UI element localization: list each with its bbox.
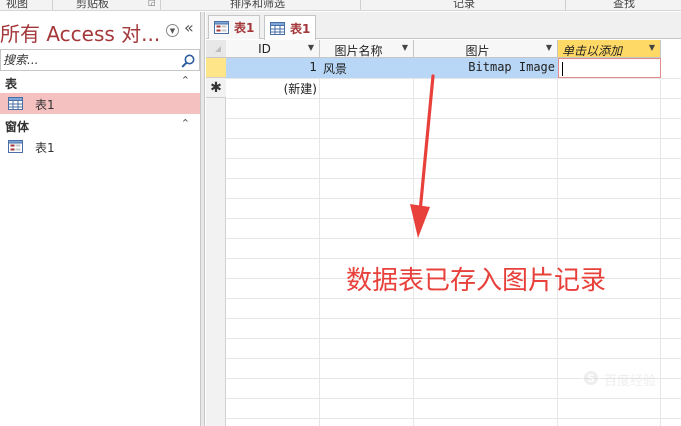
collapse-group-icon[interactable]: ⌃ bbox=[181, 74, 190, 87]
nav-group-forms[interactable]: 窗体 ⌃ bbox=[0, 116, 200, 136]
gridline bbox=[226, 258, 681, 259]
nav-pane-splitter[interactable] bbox=[201, 12, 205, 426]
new-record-selector[interactable]: ✱ bbox=[206, 78, 226, 98]
watermark-text: 百度经验 bbox=[604, 374, 657, 389]
chevron-down-icon[interactable]: ▼ bbox=[308, 43, 314, 52]
new-record-row: (新建) bbox=[226, 78, 661, 98]
gridline bbox=[226, 138, 681, 139]
chevron-down-icon[interactable]: ▼ bbox=[649, 43, 655, 52]
annotation-arrow-icon bbox=[410, 74, 435, 238]
ribbon-group-find: 查找 bbox=[613, 0, 635, 10]
tab-table-table1[interactable]: 表1 bbox=[264, 15, 317, 40]
gridline bbox=[226, 358, 681, 359]
ribbon-separator bbox=[565, 0, 566, 10]
nav-group-tables[interactable]: 表 ⌃ bbox=[0, 73, 200, 93]
tab-label: 表1 bbox=[234, 21, 255, 35]
tab-form-table1[interactable]: 表1 bbox=[208, 15, 261, 39]
document-tabs: 表1 表1 bbox=[206, 12, 681, 40]
ribbon-group-labels: 视图 剪贴板 ◲ 排序和筛选 记录 查找 bbox=[0, 0, 681, 11]
chevron-down-icon[interactable]: ▼ bbox=[546, 43, 552, 52]
nav-item-table1[interactable]: 表1 bbox=[0, 93, 200, 114]
tab-label: 表1 bbox=[290, 21, 311, 36]
select-all-icon bbox=[215, 46, 221, 52]
annotation-text: 数据表已存入图片记录 bbox=[346, 266, 607, 296]
form-icon bbox=[8, 140, 23, 153]
column-header-image-name[interactable]: 图片名称 ▼ bbox=[320, 40, 414, 58]
column-header-label: 单击以添加 bbox=[562, 44, 623, 58]
select-all-corner[interactable] bbox=[206, 40, 226, 58]
column-header-label: 图片名称 bbox=[334, 44, 383, 58]
chevron-down-icon[interactable]: ▼ bbox=[402, 43, 408, 52]
nav-item-form1[interactable]: 表1 bbox=[0, 136, 200, 157]
nav-item-label: 表1 bbox=[35, 141, 55, 155]
gridline bbox=[226, 298, 681, 299]
clipboard-launcher-icon[interactable]: ◲ bbox=[148, 0, 156, 7]
column-header-label: ID bbox=[258, 42, 271, 56]
document-area: 表1 表1 ID ▼ 图片名称 ▼ 图片 ▼ 单击以添加 ▼ 1 风景 Bitm… bbox=[206, 12, 681, 426]
ribbon-separator bbox=[360, 0, 361, 10]
navigation-pane: 所有 Access 对... ▼ « 表 ⌃ 表1 窗体 ⌃ bbox=[0, 12, 201, 426]
record-selector[interactable] bbox=[206, 58, 226, 78]
gridline bbox=[226, 218, 681, 219]
ribbon-group-views: 视图 bbox=[6, 0, 28, 10]
gridline bbox=[226, 178, 681, 179]
ribbon-group-sort-filter: 排序和筛选 bbox=[230, 0, 285, 10]
gridline bbox=[226, 338, 681, 339]
gridline bbox=[226, 98, 681, 99]
text-caret bbox=[562, 62, 563, 76]
gridline bbox=[226, 418, 681, 419]
nav-group-label: 表 bbox=[5, 77, 18, 91]
nav-group-label: 窗体 bbox=[5, 120, 30, 134]
cell-new-id[interactable]: (新建) bbox=[226, 78, 320, 98]
gridline bbox=[226, 158, 681, 159]
gridline bbox=[226, 398, 681, 399]
ribbon-group-clipboard: 剪贴板 bbox=[76, 0, 109, 10]
gridline bbox=[226, 318, 681, 319]
ribbon-separator bbox=[52, 0, 53, 10]
collapse-group-icon[interactable]: ⌃ bbox=[181, 117, 190, 130]
cell-click-to-add-input[interactable] bbox=[558, 58, 661, 78]
nav-pane-title[interactable]: 所有 Access 对... bbox=[0, 18, 160, 47]
gridline bbox=[226, 198, 681, 199]
gridline bbox=[226, 238, 681, 239]
form-icon bbox=[214, 21, 229, 34]
cell-id[interactable]: 1 bbox=[226, 58, 320, 78]
column-header-label: 图片 bbox=[465, 44, 490, 58]
table-icon bbox=[8, 97, 23, 110]
nav-menu-chevron-icon[interactable]: ▼ bbox=[166, 24, 179, 37]
nav-collapse-icon[interactable]: « bbox=[184, 18, 194, 37]
watermark: S 百度经验 bbox=[582, 367, 672, 391]
ribbon-separator bbox=[160, 0, 161, 10]
column-header-image[interactable]: 图片 ▼ bbox=[414, 40, 558, 58]
search-icon[interactable] bbox=[180, 53, 196, 69]
nav-item-label: 表1 bbox=[35, 98, 55, 112]
column-header-click-to-add[interactable]: 单击以添加 ▼ bbox=[558, 40, 661, 58]
gridline bbox=[226, 118, 681, 119]
nav-search-box bbox=[0, 49, 200, 71]
table-row: 1 风景 Bitmap Image bbox=[226, 58, 558, 78]
nav-search-input[interactable] bbox=[3, 52, 173, 68]
ribbon-group-records: 记录 bbox=[453, 0, 475, 10]
watermark-logo-icon: S bbox=[582, 369, 600, 387]
table-icon bbox=[270, 21, 285, 35]
column-header-id[interactable]: ID ▼ bbox=[226, 40, 320, 58]
